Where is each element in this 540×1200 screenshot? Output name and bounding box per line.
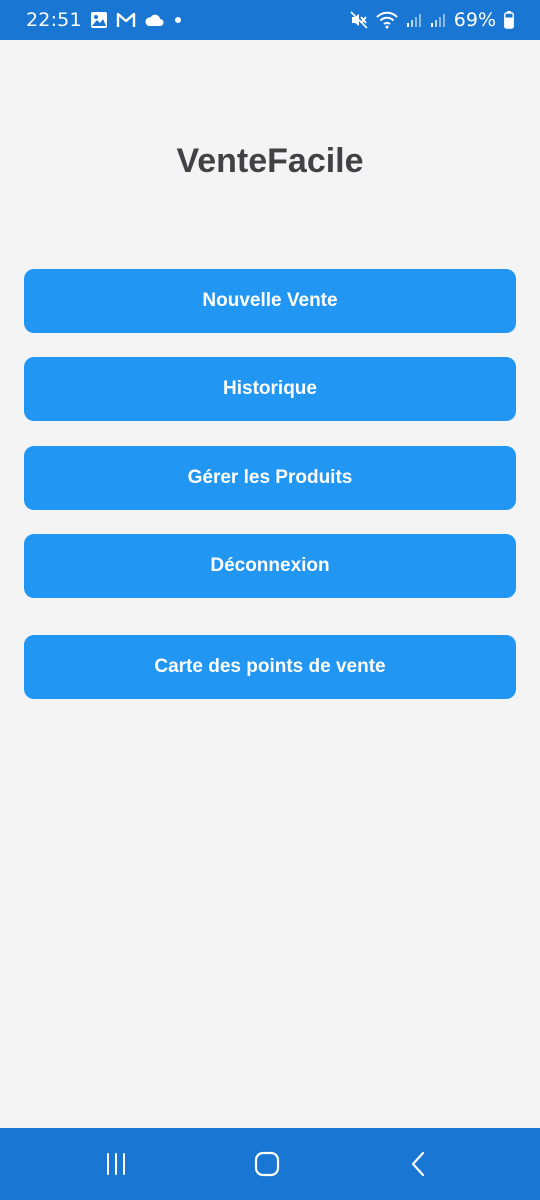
status-bar: 22:51 69% xyxy=(0,0,540,40)
cloud-icon xyxy=(144,13,164,27)
signal-icon xyxy=(406,12,422,28)
new-sale-button[interactable]: Nouvelle Vente xyxy=(24,269,516,333)
signal-icon xyxy=(430,12,446,28)
recents-button[interactable] xyxy=(86,1142,146,1186)
navigation-bar xyxy=(0,1128,540,1200)
status-left: 22:51 xyxy=(26,9,184,31)
history-button[interactable]: Historique xyxy=(24,357,516,421)
battery-percent: 69% xyxy=(453,9,496,31)
gallery-icon xyxy=(90,11,108,29)
app-title: VenteFacile xyxy=(176,142,364,180)
logout-button[interactable]: Déconnexion xyxy=(24,534,516,598)
status-right: 69% xyxy=(350,9,514,31)
sales-points-map-button[interactable]: Carte des points de vente xyxy=(24,635,516,699)
back-icon xyxy=(406,1151,432,1177)
manage-products-button[interactable]: Gérer les Produits xyxy=(24,446,516,510)
mute-icon xyxy=(350,11,368,29)
recents-icon xyxy=(103,1151,129,1177)
back-button[interactable] xyxy=(389,1142,449,1186)
home-icon xyxy=(254,1151,280,1177)
status-time: 22:51 xyxy=(26,9,82,31)
gmail-icon xyxy=(116,12,136,28)
home-button[interactable] xyxy=(237,1142,297,1186)
wifi-icon xyxy=(376,11,398,29)
dot-icon xyxy=(172,14,184,26)
battery-icon xyxy=(504,11,514,29)
